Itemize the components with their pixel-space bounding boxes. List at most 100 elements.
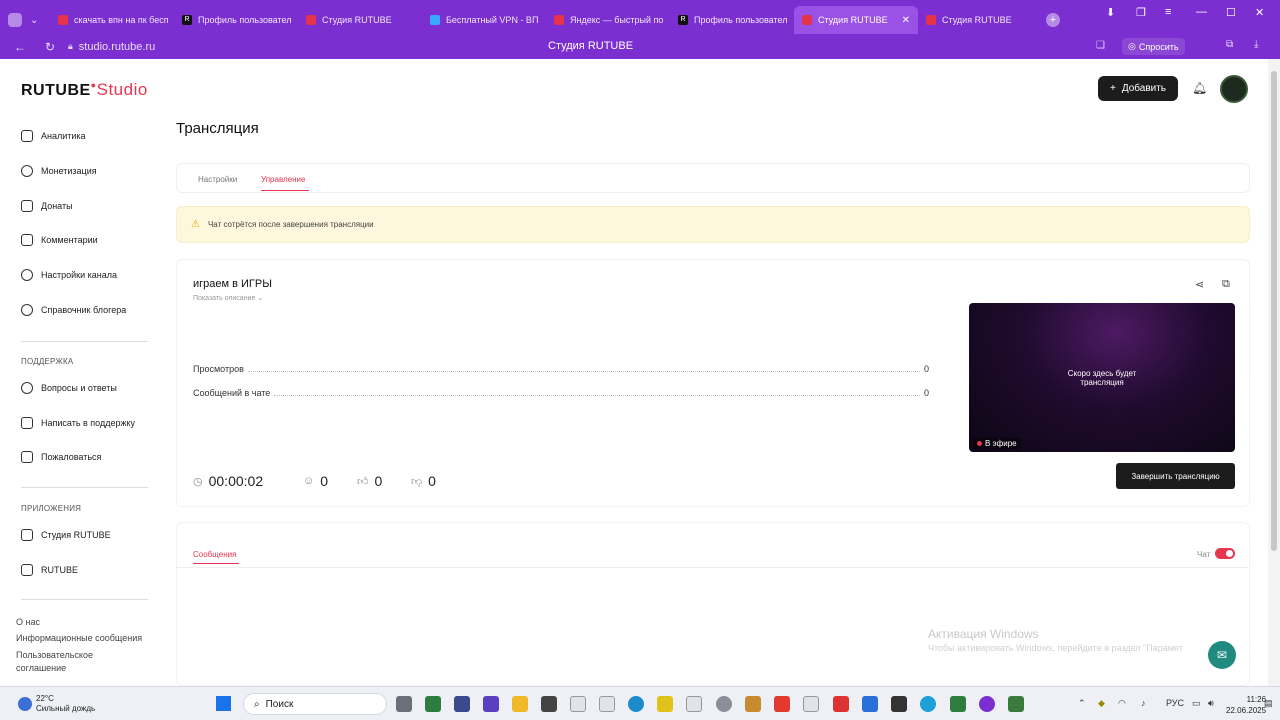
sidebar-item-donations[interactable]: Донаты: [21, 200, 73, 212]
browser-tab[interactable]: R Профиль пользовател: [670, 6, 794, 34]
sidebar-item-comments[interactable]: Комментарии: [21, 234, 98, 246]
tray-app-icon[interactable]: ◆: [1098, 698, 1105, 709]
taskbar-search[interactable]: ⌕ Поиск: [243, 693, 387, 715]
app-icon[interactable]: [891, 696, 907, 712]
tab-label: Профиль пользовател: [198, 15, 292, 25]
document-icon[interactable]: [599, 696, 615, 712]
show-description-link[interactable]: Показать описание ⌄: [193, 294, 263, 302]
new-tab-icon[interactable]: +: [1046, 13, 1060, 27]
menu-icon[interactable]: ≡: [1165, 6, 1171, 18]
bell-icon[interactable]: 🔔︎: [1192, 81, 1207, 95]
rutube-studio-logo[interactable]: RUTUBE●Studio: [21, 80, 148, 100]
browser-tab[interactable]: скачать впн на пк бесп: [50, 6, 174, 34]
footer-link-user-agreement[interactable]: Пользовательское соглашение: [16, 649, 116, 675]
scrollbar-thumb[interactable]: [1271, 71, 1277, 551]
app-icon[interactable]: [657, 696, 673, 712]
ask-button[interactable]: ◎ Спросить: [1122, 38, 1185, 55]
mic-icon[interactable]: ♪: [1141, 698, 1146, 708]
sidebar-item-studio-app[interactable]: Студия RUTUBE: [21, 529, 111, 541]
minimize-icon[interactable]: —: [1196, 6, 1207, 18]
back-icon[interactable]: ←: [10, 40, 30, 54]
avatar[interactable]: [1220, 75, 1248, 103]
document-icon[interactable]: [686, 696, 702, 712]
open-external-icon[interactable]: ⧉: [1222, 278, 1230, 291]
browser-tab[interactable]: Бесплатный VPN - ВП: [422, 6, 546, 34]
document-icon[interactable]: [570, 696, 586, 712]
sidebar-item-monetization[interactable]: Монетизация: [21, 165, 97, 177]
url-field[interactable]: studio.rutube.ru: [79, 41, 155, 53]
sidebar-item-blogger-guide[interactable]: Справочник блогера: [21, 304, 126, 316]
volume-icon[interactable]: 🔊︎: [1208, 698, 1214, 709]
close-tab-icon[interactable]: ✕: [902, 15, 910, 26]
browser-tab[interactable]: R Профиль пользовател: [174, 6, 298, 34]
sidebar-item-channel-settings[interactable]: Настройки канала: [21, 269, 117, 281]
page-scrollbar[interactable]: [1268, 59, 1280, 686]
flag-icon: [21, 451, 33, 463]
collections-icon[interactable]: ❐: [1136, 6, 1146, 19]
messages-tab-underline: [193, 563, 239, 564]
add-button[interactable]: + Добавить: [1098, 76, 1178, 101]
tab-messages[interactable]: Сообщения: [193, 550, 236, 559]
tab-settings[interactable]: Настройки: [198, 175, 237, 184]
tab-list-chevron-icon[interactable]: ⌄: [30, 15, 50, 26]
weather-widget[interactable]: 22°C Сильный дождь: [18, 694, 95, 714]
tray-chevron-icon[interactable]: ⌃: [1078, 698, 1086, 709]
download-icon[interactable]: ⬇: [1106, 6, 1115, 19]
address-bar: ← ↻ 🔒︎ studio.rutube.ru Студия RUTUBE ❏ …: [0, 34, 1280, 59]
sidebar-item-rutube-app[interactable]: RUTUBE: [21, 564, 78, 576]
document-icon[interactable]: [803, 696, 819, 712]
app-icon[interactable]: [425, 696, 441, 712]
close-window-icon[interactable]: ✕: [1255, 6, 1264, 19]
sidebar-item-complain[interactable]: Пожаловаться: [21, 451, 101, 463]
browser-tab[interactable]: Яндекс — быстрый по: [546, 6, 670, 34]
lock-icon[interactable]: 🔒︎: [68, 41, 73, 52]
tab-label: Студия RUTUBE: [818, 15, 888, 25]
sidebar-item-label: Монетизация: [41, 166, 97, 176]
footer-link-info-messages[interactable]: Информационные сообщения: [16, 633, 142, 643]
edge-icon[interactable]: [628, 696, 644, 712]
downloads-icon[interactable]: ⤓: [1254, 39, 1258, 50]
end-stream-button[interactable]: Завершить трансляцию: [1116, 463, 1235, 489]
sidebar-item-write-support[interactable]: Написать в поддержку: [21, 417, 135, 429]
help-chat-icon[interactable]: ✉: [1208, 641, 1236, 669]
app-icon[interactable]: [862, 696, 878, 712]
sidebar-item-analytics[interactable]: Аналитика: [21, 130, 86, 142]
language-indicator[interactable]: РУС: [1166, 698, 1184, 708]
app-icon[interactable]: [950, 696, 966, 712]
task-view-icon[interactable]: [396, 696, 412, 712]
app-icon[interactable]: [920, 696, 936, 712]
browser-menu-icon[interactable]: [0, 6, 30, 34]
app-icon[interactable]: [833, 696, 849, 712]
reader-icon[interactable]: ⧉: [1226, 39, 1233, 50]
footer-link-about[interactable]: О нас: [16, 617, 40, 627]
wifi-icon[interactable]: ◠: [1118, 698, 1126, 709]
browser-tab[interactable]: Студия RUTUBE: [918, 6, 1042, 34]
yandex-browser-icon[interactable]: [979, 696, 995, 712]
app-icon[interactable]: [1008, 696, 1024, 712]
maximize-icon[interactable]: ☐: [1226, 6, 1236, 19]
app-icon[interactable]: [541, 696, 557, 712]
reload-icon[interactable]: ↻: [40, 40, 60, 54]
teams-icon[interactable]: [483, 696, 499, 712]
sidebar-item-faq[interactable]: Вопросы и ответы: [21, 382, 117, 394]
file-explorer-icon[interactable]: [512, 696, 528, 712]
store-icon[interactable]: [454, 696, 470, 712]
stream-preview-player[interactable]: Скоро здесь будет трансляция В эфире: [969, 303, 1235, 452]
browser-tab[interactable]: Студия RUTUBE: [298, 6, 422, 34]
thumbs-down-icon: 👎︎: [411, 475, 423, 488]
tab-management[interactable]: Управление: [261, 175, 305, 184]
app-icon[interactable]: [745, 696, 761, 712]
app-icon[interactable]: [716, 696, 732, 712]
bookmark-icon[interactable]: ❏: [1096, 40, 1105, 51]
network-icon[interactable]: ▭: [1192, 698, 1201, 709]
browser-tab-active[interactable]: Студия RUTUBE ✕: [794, 6, 918, 34]
yandex-icon[interactable]: [774, 696, 790, 712]
sidebar-item-label: Студия RUTUBE: [41, 530, 111, 540]
chat-toggle[interactable]: [1215, 548, 1235, 559]
warning-text: Чат сотрётся после завершения трансляции: [207, 220, 374, 229]
notifications-icon[interactable]: ▤: [1264, 698, 1273, 709]
taskbar-clock[interactable]: 11:26 22.06.2025: [1226, 694, 1266, 716]
share-icon[interactable]: ⋖: [1195, 278, 1204, 291]
windows-start-icon[interactable]: [216, 696, 231, 711]
sidebar-divider: [21, 599, 148, 600]
